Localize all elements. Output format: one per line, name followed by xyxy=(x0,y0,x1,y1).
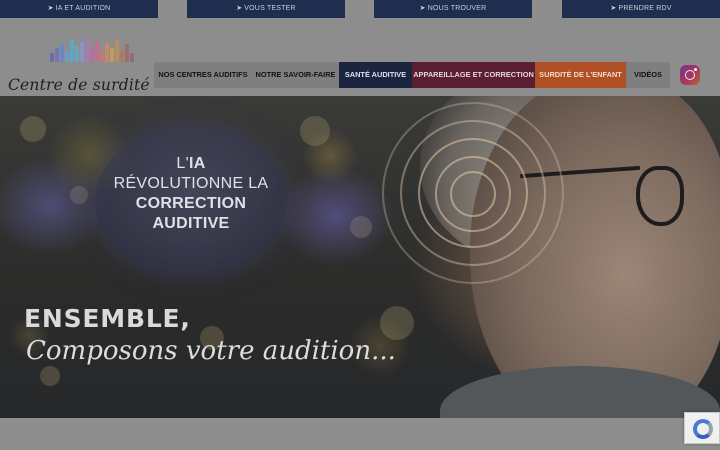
nav-item-videos[interactable]: VIDÉOS xyxy=(626,62,670,88)
nav-item-notre-savoir-faire[interactable]: NOTRE SAVOIR-FAIRE xyxy=(252,62,339,88)
nav-item-nos-centres-auditifs[interactable]: NOS CENTRES AUDITIFS xyxy=(154,62,252,88)
recaptcha-badge[interactable] xyxy=(684,412,720,444)
top-link-vous-tester[interactable]: ➤ VOUS TESTER xyxy=(187,0,345,18)
hero-tagline-script: Composons votre audition... xyxy=(26,336,396,366)
instagram-icon[interactable] xyxy=(680,65,700,85)
nav-item-sante-auditive[interactable]: SANTÉ AUDITIVE xyxy=(339,62,412,88)
bokeh-light xyxy=(20,116,46,142)
circle-line1-prefix: L' xyxy=(176,155,189,172)
hero-tagline-bold: ENSEMBLE, xyxy=(24,304,191,333)
nav-item-appareillage-correction[interactable]: APPAREILLAGE ET CORRECTION xyxy=(412,62,535,88)
page-bottom-area xyxy=(0,418,720,450)
arrow-icon: ➤ xyxy=(236,5,243,12)
top-link-prendre-rdv[interactable]: ➤ PRENDRE RDV xyxy=(562,0,720,18)
glasses-frame xyxy=(636,166,684,226)
main-nav: NOS CENTRES AUDITIFS NOTRE SAVOIR-FAIRE … xyxy=(154,62,670,88)
top-link-label: PRENDRE RDV xyxy=(618,5,672,12)
top-link-label: NOUS TROUVER xyxy=(427,5,487,12)
top-link-ia-audition[interactable]: ➤ IA ET AUDITION xyxy=(0,0,158,18)
arrow-icon: ➤ xyxy=(610,5,617,12)
site-logo[interactable]: Centre de surdité xyxy=(6,34,150,94)
bokeh-light xyxy=(40,366,60,386)
circle-line1-bold: IA xyxy=(188,155,206,172)
hero-circle-text: L'IA RÉVOLUTIONNE LA CORRECTION AUDITIVE xyxy=(95,154,287,234)
bokeh-light xyxy=(380,306,414,340)
circle-line4: AUDITIVE xyxy=(152,215,230,232)
circle-line3: CORRECTION xyxy=(135,195,247,212)
top-link-nous-trouver[interactable]: ➤ NOUS TROUVER xyxy=(374,0,532,18)
arrow-icon: ➤ xyxy=(47,5,54,12)
sound-ring-icon xyxy=(382,102,564,284)
nav-item-surdite-enfant[interactable]: SURDITÉ DE L'ENFANT xyxy=(535,62,626,88)
top-quick-links: ➤ IA ET AUDITION ➤ VOUS TESTER ➤ NOUS TROUV… xyxy=(0,0,720,18)
equalizer-logo-icon xyxy=(50,38,136,62)
logo-text: Centre de surdité xyxy=(8,76,150,94)
circle-line2: RÉVOLUTIONNE LA xyxy=(113,175,269,192)
arrow-icon: ➤ xyxy=(419,5,426,12)
sound-wave-glow xyxy=(275,166,395,266)
recaptcha-icon xyxy=(693,419,713,439)
top-link-label: VOUS TESTER xyxy=(244,5,296,12)
sound-wave-glow xyxy=(0,156,110,256)
site-header: Centre de surdité NOS CENTRES AUDITIFS N… xyxy=(0,18,720,96)
top-link-label: IA ET AUDITION xyxy=(55,5,111,12)
bokeh-light xyxy=(300,116,330,146)
hero-banner: L'IA RÉVOLUTIONNE LA CORRECTION AUDITIVE… xyxy=(0,96,720,418)
